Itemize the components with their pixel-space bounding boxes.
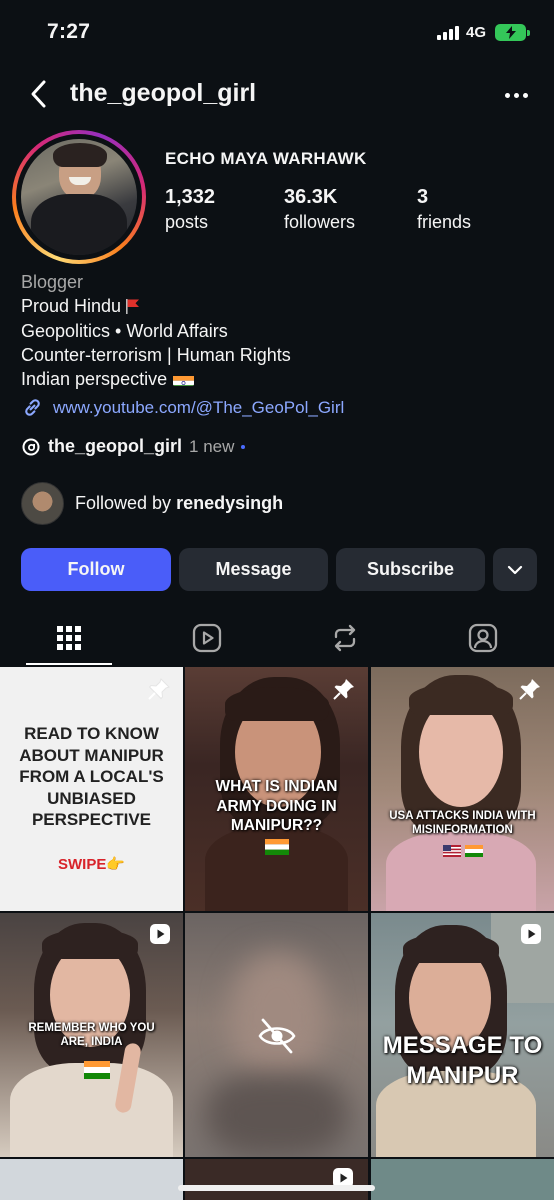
battery-icon [495,24,526,41]
mutual-follower-avatar [21,482,64,525]
link-icon [25,399,40,416]
profile-bio: Blogger Proud Hindu Geopolitics • World … [21,270,291,391]
stat-followers[interactable]: 36.3K followers [284,186,355,233]
pin-icon [333,679,354,700]
followed-by-prefix: Followed by [75,493,172,513]
bio-line-3: Counter-terrorism | Human Rights [21,344,291,365]
tab-tagged[interactable] [414,610,552,666]
status-time: 7:27 [47,20,91,43]
suggested-dropdown-button[interactable] [493,548,537,591]
grid-icon [57,626,81,650]
display-name: ECHO MAYA WARHAWK [165,149,367,168]
grid-post[interactable]: USA ATTACKS INDIA WITH MISINFORMATION [371,667,554,911]
grid-post[interactable] [371,1159,554,1200]
grid-post-hidden[interactable] [185,913,368,1157]
message-button[interactable]: Message [179,548,328,591]
post-caption: USA ATTACKS INDIA WITH MISINFORMATION [389,810,536,836]
stat-followers-value: 36.3K [284,186,338,208]
stat-followers-label: followers [284,212,356,232]
profile-actions: Follow Message Subscribe [21,548,537,591]
stat-friends-value: 3 [417,186,429,208]
network-label: 4G [466,24,487,41]
flags-icon [443,845,483,857]
more-options-button[interactable] [498,82,534,108]
status-bar: 7:27 4G [0,0,554,66]
grid-post[interactable]: REMEMBER WHO YOU ARE, INDIA [0,913,183,1157]
grid-post[interactable]: WHAT IS INDIAN ARMY DOING IN MANIPUR?? [185,667,368,911]
grid-post[interactable] [0,1159,183,1200]
followed-by-name: renedysingh [176,493,284,513]
grid-post[interactable] [185,1159,368,1200]
subscribe-button[interactable]: Subscribe [336,548,485,591]
post-caption: READ TO KNOW ABOUT MANIPUR FROM A LOCAL'… [19,724,164,829]
profile-avatar-ring[interactable] [12,130,146,264]
bio-line-4: Indian perspective [21,367,291,391]
ellipsis-icon [504,92,510,98]
reels-icon [192,623,222,653]
back-button[interactable] [22,76,54,112]
threads-badge[interactable]: the_geopol_girl 1 new [21,436,246,457]
reel-icon [150,924,170,944]
india-flag-icon [173,372,195,387]
grid-post[interactable]: READ TO KNOW ABOUT MANIPUR FROM A LOCAL'… [0,667,183,911]
tab-reposts[interactable] [276,610,414,666]
threads-new-dot [241,444,246,449]
follow-button[interactable]: Follow [21,548,171,591]
mutual-followers[interactable]: Followed by renedysingh [21,482,283,525]
post-caption: REMEMBER WHO YOU ARE, INDIA [28,1022,155,1048]
link-text: www.youtube.com/@The_GeoPol_Girl [53,397,345,417]
pin-icon [519,679,540,700]
bio-line-1: Proud Hindu [21,294,291,318]
post-caption: WHAT IS INDIAN ARMY DOING IN MANIPUR?? [215,778,338,834]
selected-tab-indicator [26,663,112,665]
grid-post[interactable]: MESSAGE TO MANIPUR [371,913,554,1157]
threads-icon [22,438,40,455]
tab-reels[interactable] [138,610,276,666]
profile-header: the_geopol_girl [0,70,554,120]
bio-line-2: Geopolitics • World Affairs [21,320,228,341]
profile-tabs [0,610,554,666]
stat-friends-label: friends [417,212,472,232]
profile-username: the_geopol_girl [70,79,257,107]
tab-grid[interactable] [0,610,138,666]
home-indicator[interactable] [178,1185,375,1191]
reel-icon [521,924,541,944]
profile-category: Blogger [21,272,84,292]
tagged-person-icon [468,623,498,653]
stat-posts[interactable]: 1,332 posts [165,186,215,233]
signal-icon [437,25,459,40]
threads-handle: the_geopol_girl [48,436,183,456]
chevron-left-icon [31,80,46,108]
red-flag-icon [126,296,140,315]
india-flag-icon [265,839,289,855]
stat-posts-value: 1,332 [165,186,216,208]
post-caption: MESSAGE TO MANIPUR [382,1032,543,1089]
stat-posts-label: posts [165,212,209,232]
stat-friends[interactable]: 3 friends [417,186,471,233]
threads-new-count: 1 new [189,436,235,456]
chevron-down-icon [507,565,523,574]
pin-icon [148,678,170,700]
profile-link[interactable]: www.youtube.com/@The_GeoPol_Girl [21,396,344,419]
profile-avatar [21,139,137,255]
india-flag-icon [84,1061,110,1079]
repost-icon [334,624,356,652]
post-swipe-cta: SWIPE👉 [57,856,126,873]
hidden-eye-icon [258,1018,296,1054]
battery-tip [527,30,530,36]
